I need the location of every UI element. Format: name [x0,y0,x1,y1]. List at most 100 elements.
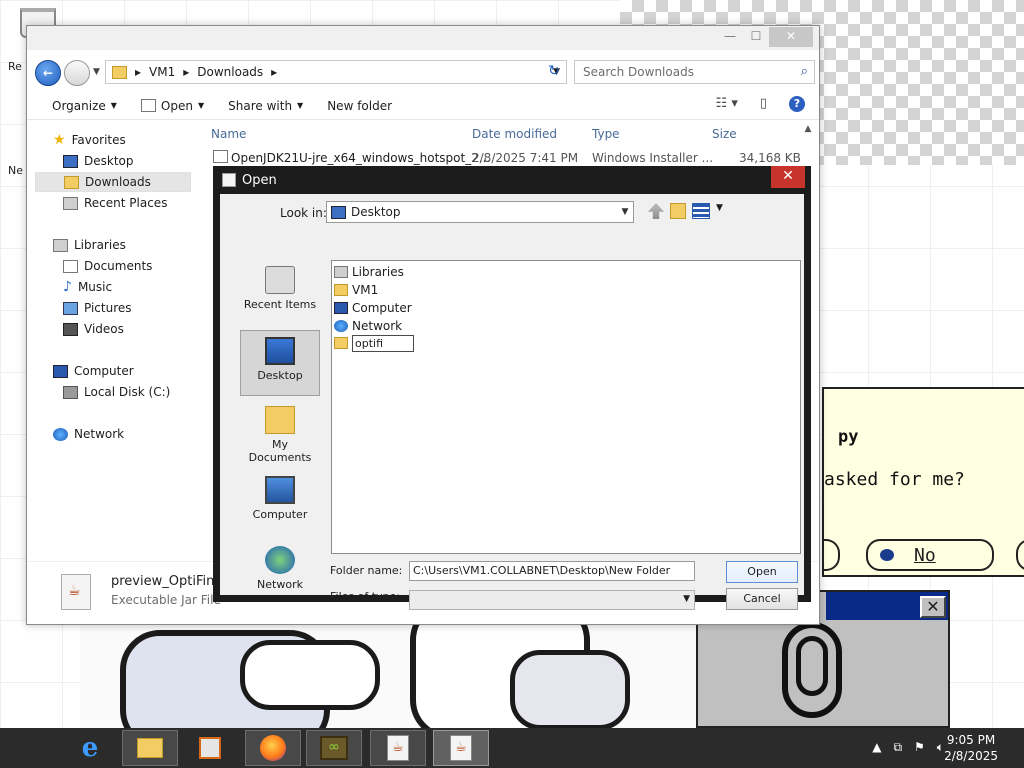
column-headers: Name Date modified Type Size [211,124,801,144]
organize-button[interactable]: Organize ▼ [52,99,117,113]
close-button[interactable]: ✕ [769,27,813,47]
up-one-level-icon[interactable] [648,203,664,219]
place-desktop[interactable]: Desktop [240,330,320,396]
breadcrumb-downloads[interactable]: Downloads [197,65,263,79]
recent-pages-dropdown-icon[interactable]: ▼ [93,67,100,77]
column-type[interactable]: Type [592,127,620,141]
back-button[interactable]: ← [35,60,61,86]
taskbar-java-app[interactable]: ☕ [370,730,426,766]
open-button[interactable]: Open [726,561,798,583]
taskbar-firefox[interactable] [245,730,301,766]
show-hidden-icons-icon[interactable]: ▲ [872,740,881,755]
breadcrumb-vm1[interactable]: VM1 [149,65,175,79]
folder-name-input[interactable]: C:\Users\VM1.COLLABNET\Desktop\New Folde… [409,561,695,581]
maximize-button[interactable]: ☐ [743,27,769,47]
bullet-icon [880,549,894,561]
preview-pane-icon[interactable]: ▯ [760,96,767,112]
view-options-icon[interactable]: ☷ ▾ [716,96,738,112]
background-artwork [80,620,700,728]
nav-music[interactable]: ♪ Music [63,277,112,297]
new-folder-button[interactable]: New folder [327,99,392,113]
taskbar-internet-explorer[interactable]: e [62,730,118,766]
network-status-icon[interactable]: ⧉ [893,740,902,755]
desktop-icon-label[interactable]: Re [8,60,22,73]
volume-icon[interactable]: 🔈︎ [937,740,944,755]
place-computer[interactable]: Computer [240,470,320,536]
computer-icon [265,476,295,504]
nav-downloads[interactable]: Downloads [35,172,191,192]
taskbar-java-app-active[interactable]: ☕ [433,730,489,766]
java-icon: ☕ [387,735,409,761]
list-item-new-folder[interactable]: optifi [334,334,414,352]
file-size: 34,168 KB [739,151,801,165]
nav-local-disk[interactable]: Local Disk (C:) [63,382,170,402]
share-with-button[interactable]: Share with ▼ [228,99,303,113]
rename-input[interactable]: optifi [352,334,414,352]
list-item[interactable]: Libraries [334,263,404,281]
list-item[interactable]: Computer [334,299,412,317]
nav-favorites[interactable]: ★ Favorites [53,130,126,150]
column-name[interactable]: Name [211,127,246,141]
taskbar-media-player[interactable] [182,730,238,766]
nav-documents[interactable]: Documents [63,256,152,276]
clippy-close-button[interactable]: ✕ [920,596,946,618]
refresh-icon[interactable]: ↻ [541,60,567,84]
dialog-toolbar: ▼ [648,203,724,219]
clippy-title: py [838,427,859,447]
scroll-up-icon[interactable]: ▲ [801,124,815,134]
breadcrumb-separator-icon[interactable]: ▸ [271,65,277,79]
open-button[interactable]: Open ▼ [140,99,204,113]
create-new-folder-icon[interactable] [670,203,686,219]
place-my-documents[interactable]: My Documents [240,400,320,466]
dialog-titlebar[interactable]: Open ✕ [220,166,805,194]
files-of-type-select[interactable]: ▼ [409,590,695,610]
nav-network[interactable]: Network [53,424,124,444]
nav-computer[interactable]: Computer [53,361,134,381]
nav-pictures[interactable]: Pictures [63,298,132,318]
paperclip-inner-icon [796,636,828,696]
place-network[interactable]: Network [240,540,320,606]
column-date-modified[interactable]: Date modified [472,127,557,141]
clippy-question: asked for me? [824,469,965,490]
breadcrumb-separator-icon[interactable]: ▸ [183,65,189,79]
breadcrumb-separator-icon[interactable]: ▸ [135,65,141,79]
search-input[interactable]: Search Downloads ⌕ [574,60,815,84]
address-bar[interactable]: ▸ VM1 ▸ Downloads ▸ ▼ [105,60,567,84]
look-in-select[interactable]: Desktop ▼ [326,201,634,223]
taskbar-file-explorer[interactable] [122,730,178,766]
desktop-icon [331,205,346,219]
nav-videos[interactable]: Videos [63,319,124,339]
chevron-down-icon[interactable]: ▼ [683,594,690,604]
file-type: Windows Installer ... [592,151,714,165]
list-item[interactable]: VM1 [334,281,378,299]
nav-libraries[interactable]: Libraries [53,235,126,255]
search-icon[interactable]: ⌕ [801,64,808,79]
chevron-down-icon[interactable]: ▼ [617,203,633,221]
help-icon[interactable]: ? [789,96,805,112]
taskbar-minecraft[interactable]: ∞ [306,730,362,766]
place-recent-items[interactable]: Recent Items [240,260,320,326]
cancel-button[interactable]: Cancel [726,588,798,610]
action-center-flag-icon[interactable]: ⚑ [914,740,925,755]
file-list[interactable]: Libraries VM1 Computer Network optifi [331,260,801,554]
clippy-option-button[interactable] [824,539,840,571]
list-item[interactable]: Network [334,317,402,335]
column-size[interactable]: Size [712,127,737,141]
view-menu-icon[interactable] [692,203,710,219]
forward-button[interactable] [64,60,90,86]
clippy-option-button[interactable] [1016,539,1024,571]
dialog-close-button[interactable]: ✕ [771,166,805,188]
clippy-no-button[interactable]: No [866,539,994,571]
clock[interactable]: 9:05 PM 2/8/2025 [944,732,998,764]
dialog-body: Look in: Desktop ▼ ▼ Recent Items Deskto… [220,194,804,610]
taskbar: e ∞ ☕ ☕ ▲ ⧉ ⚑ 🔈︎ 9:05 PM 2/8/2025 [0,728,1024,768]
explorer-toolbar: Organize ▼ Open ▼ Share with ▼ New folder ☷… [27,92,819,120]
desktop-icon-label[interactable]: Ne [8,164,23,177]
nav-recent-places[interactable]: Recent Places [63,193,167,213]
network-globe-icon [265,546,295,574]
file-row[interactable]: OpenJDK21U-jre_x64_windows_hotspot_2... … [211,148,801,168]
folder-icon [334,337,348,349]
view-menu-arrow-icon[interactable]: ▼ [716,203,724,219]
nav-desktop[interactable]: Desktop [63,151,134,171]
minimize-button[interactable]: — [717,27,743,47]
